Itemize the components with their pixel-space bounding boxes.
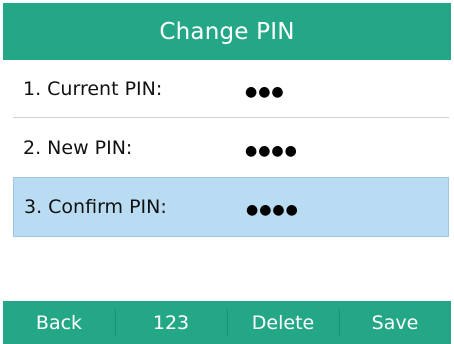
new-pin-input[interactable]: ●●●● xyxy=(245,143,298,159)
phone-screen: Change PIN 1. Current PIN: ●●● 2. New PI… xyxy=(0,0,454,344)
confirm-pin-input[interactable]: ●●●● xyxy=(246,202,299,218)
screen-title: Change PIN xyxy=(3,3,451,60)
current-pin-input[interactable]: ●●● xyxy=(245,84,285,100)
current-pin-row[interactable]: 1. Current PIN: ●●● xyxy=(13,60,449,118)
new-pin-label: 2. New PIN: xyxy=(23,137,133,159)
confirm-pin-label: 3. Confirm PIN: xyxy=(24,196,167,218)
softkey-bar: Back 123 Delete Save xyxy=(3,301,451,344)
confirm-pin-row[interactable]: 3. Confirm PIN: ●●●● xyxy=(13,177,449,237)
new-pin-row[interactable]: 2. New PIN: ●●●● xyxy=(13,119,449,177)
back-softkey[interactable]: Back xyxy=(3,301,115,344)
delete-softkey[interactable]: Delete xyxy=(227,301,339,344)
input-mode-softkey[interactable]: 123 xyxy=(115,301,227,344)
current-pin-label: 1. Current PIN: xyxy=(23,77,163,100)
save-softkey[interactable]: Save xyxy=(339,301,451,344)
